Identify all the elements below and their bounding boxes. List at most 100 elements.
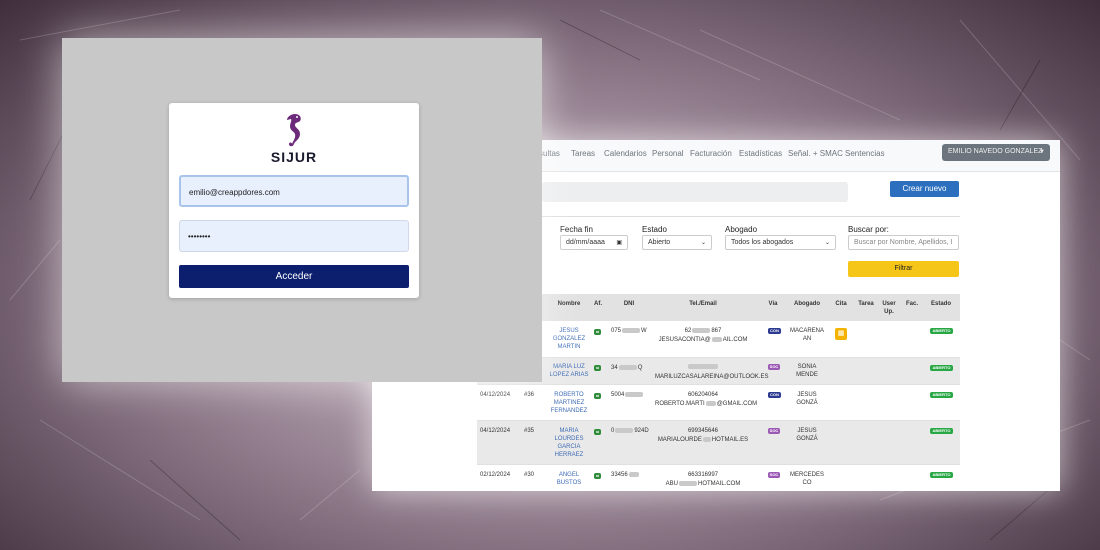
redacted <box>679 480 697 486</box>
email: ABU HOTMAIL.COM <box>655 480 751 488</box>
abogado: MACARENA AN <box>789 328 824 342</box>
phone: 606204064 <box>687 392 719 398</box>
top-search-bar[interactable] <box>542 182 848 202</box>
dni: 33456 <box>611 471 640 479</box>
dni-suffix: 924D <box>634 428 649 434</box>
table-row[interactable]: JESUS GONZALEZ MARTIN sí 075 W 62 867 JESU… <box>477 321 960 358</box>
buscar-input[interactable]: Buscar por Nombre, Apellidos, I <box>848 235 959 250</box>
af-badge: sí <box>594 393 601 399</box>
phone <box>655 363 751 371</box>
login-button[interactable]: Acceder <box>179 265 409 288</box>
abogado: JESUS GONZÁ <box>796 428 818 442</box>
user-menu-button[interactable]: EMILIO NAVEDO GONZALEZ ▼ <box>942 144 1050 161</box>
nav-sentencias[interactable]: Sentencias <box>845 149 885 158</box>
via-badge: SOC <box>768 428 780 434</box>
nav-personal[interactable]: Personal <box>652 149 684 158</box>
estado-badge: ABIERTO <box>930 365 953 371</box>
email-suffix: HOTMAIL.ES <box>711 437 749 443</box>
email-suffix: AIL.COM <box>722 337 748 343</box>
abogado: JESUS GONZÁ <box>796 392 818 406</box>
dni: 34 Q <box>611 364 642 372</box>
password-field[interactable]: •••••••• <box>179 220 409 252</box>
calendar-icon: ▣ <box>616 240 622 246</box>
nav-senal-smac[interactable]: Señal. + SMAC <box>788 149 843 158</box>
dni: 0 924D <box>611 427 649 435</box>
client-name[interactable]: MARIA LUZ LOPEZ ARIAS <box>543 363 595 379</box>
caret-down-icon: ▼ <box>1039 149 1045 155</box>
redacted <box>618 364 637 370</box>
fecha-fin-input[interactable]: dd/mm/aaaa ▣ <box>560 235 628 250</box>
fecha: 04/12/2024 <box>480 428 511 434</box>
email-text: ROBERTO.MARTI <box>655 401 705 407</box>
login-overlay: SIJUR emilio@creappdores.com •••••••• Ac… <box>62 38 542 382</box>
dni-text: 5004 <box>611 392 625 398</box>
phone-suffix: 867 <box>711 328 722 334</box>
filter-button[interactable]: Filtrar <box>848 261 959 277</box>
email: JESUSACONTIA@ AIL.COM <box>655 336 751 344</box>
phone: 62 867 <box>655 327 751 335</box>
redacted <box>688 363 718 369</box>
abogado-select[interactable]: Todos los abogados ⌄ <box>725 235 836 250</box>
table-row[interactable]: 02/12/2024 #30 ANGEL BUSTOS sí 33456 663… <box>477 465 960 491</box>
user-name: EMILIO NAVEDO GONZALEZ <box>948 148 1043 155</box>
case-number: #35 <box>524 428 535 434</box>
col-nombre: Nombre <box>557 301 581 307</box>
via-badge: CON <box>768 328 781 334</box>
client-name[interactable]: ANGEL BUSTOS <box>549 471 589 487</box>
af-badge: sí <box>594 365 601 371</box>
email-field[interactable]: emilio@creappdores.com <box>179 175 409 207</box>
fecha: 04/12/2024 <box>480 392 511 398</box>
col-af: Af. <box>594 301 602 307</box>
seahorse-logo-icon <box>287 114 301 147</box>
phone: 699345646 <box>687 428 719 434</box>
nav-consultas[interactable]: sultas <box>539 149 560 158</box>
dni: 5004 <box>611 391 644 399</box>
nav-estadisticas[interactable]: Estadísticas <box>739 149 782 158</box>
dni-text: 075 <box>611 328 622 334</box>
estado-label: Estado <box>642 225 667 234</box>
redacted <box>622 327 641 333</box>
estado-select[interactable]: Abierto ⌄ <box>642 235 712 250</box>
nav-calendarios[interactable]: Calendarios <box>604 149 647 158</box>
phone-text: 62 <box>684 328 692 334</box>
redacted <box>702 436 711 442</box>
dni-suffix: Q <box>637 365 643 371</box>
client-name[interactable]: JESUS GONZALEZ MARTIN <box>549 327 589 351</box>
redacted <box>692 327 711 333</box>
table-row[interactable]: MARIA LUZ LOPEZ ARIAS sí 34 Q MARILUZCASA… <box>477 358 960 385</box>
client-name[interactable]: MARIA LOURDES GARCIA HERRAEZ <box>549 427 589 459</box>
chevron-down-icon: ⌄ <box>824 240 830 246</box>
redacted <box>705 400 716 406</box>
email-text: JESUSACONTIA@ <box>658 337 711 343</box>
calendar-icon[interactable]: ▦ <box>835 328 847 340</box>
col-abogado: Abogado <box>794 301 820 307</box>
table-row[interactable]: 04/12/2024 #36 ROBERTO MARTINEZ FERNANDE… <box>477 385 960 421</box>
nav-tareas[interactable]: Tareas <box>571 149 595 158</box>
estado-badge: ABIERTO <box>930 428 953 434</box>
case-number: #36 <box>524 392 535 398</box>
redacted <box>711 336 722 342</box>
dni-text: 34 <box>611 365 618 371</box>
redacted <box>625 391 644 397</box>
create-new-button[interactable]: Crear nuevo <box>890 181 959 197</box>
dni-text: 0 <box>611 428 615 434</box>
af-badge: sí <box>594 473 601 479</box>
dni: 075 W <box>611 327 647 335</box>
phone: 663316997 <box>687 472 719 478</box>
fecha: 02/12/2024 <box>480 472 511 478</box>
nav-facturacion[interactable]: Facturación <box>690 149 732 158</box>
dni-text: 33456 <box>611 472 628 478</box>
login-card: SIJUR emilio@creappdores.com •••••••• Ac… <box>169 103 419 298</box>
af-badge: sí <box>594 329 601 335</box>
col-user-up: User Up. <box>882 301 896 315</box>
email: MARILUZCASALAREINA@OUTLOOK.ES <box>655 374 769 380</box>
redacted <box>615 427 634 433</box>
col-via: Vía <box>768 301 778 307</box>
client-name[interactable]: ROBERTO MARTINEZ FERNANDEZ <box>543 391 595 415</box>
email-suffix: HOTMAIL.COM <box>698 481 741 487</box>
table-row[interactable]: 04/12/2024 #35 MARIA LOURDES GARCIA HERR… <box>477 421 960 465</box>
table-header: Nombre Af. DNI Tel./Email Vía Abogado Ci… <box>477 294 960 321</box>
divider <box>542 216 960 217</box>
via-badge: SOC <box>768 364 780 370</box>
case-number: #30 <box>524 472 535 478</box>
